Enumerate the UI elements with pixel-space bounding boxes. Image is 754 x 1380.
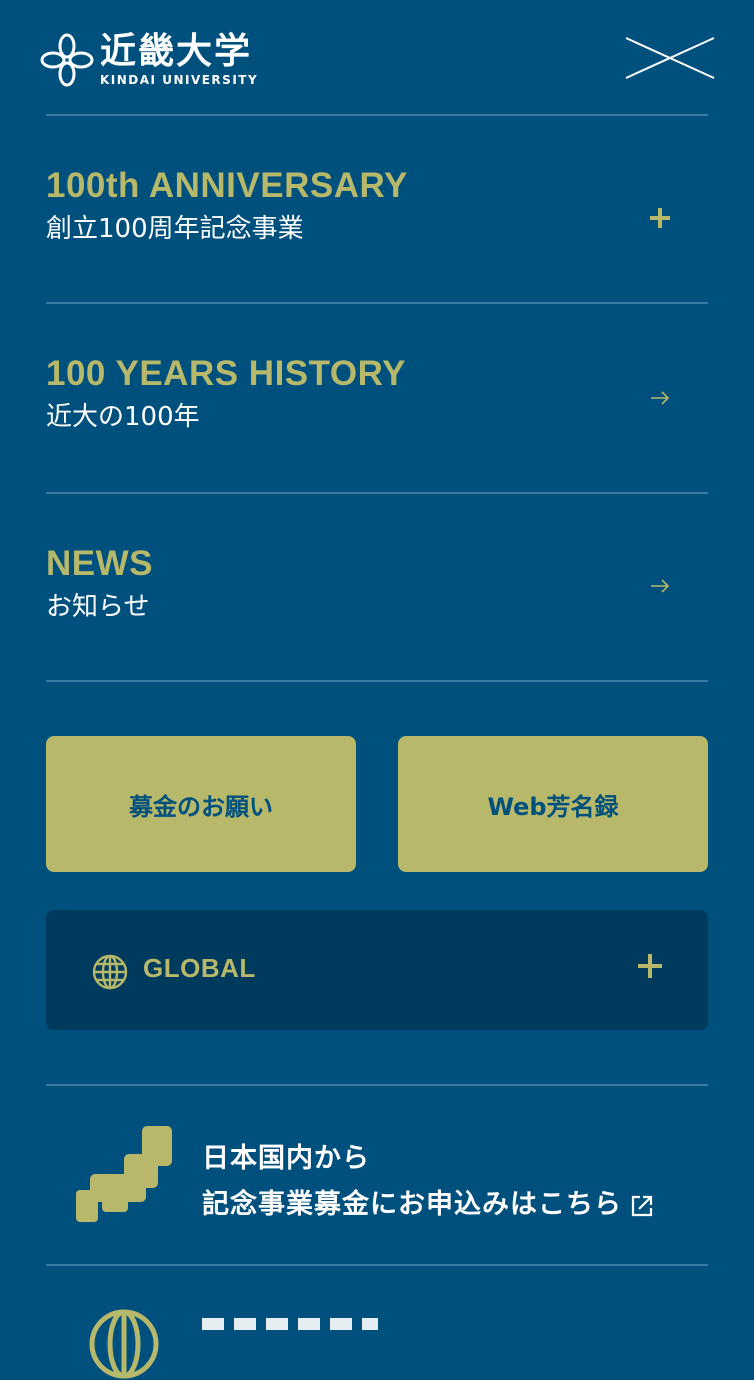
globe-icon bbox=[89, 1309, 159, 1379]
domestic-donation-link[interactable]: 日本国内から 記念事業募金にお申込みはこちら bbox=[46, 1086, 708, 1264]
nav-item-jp-label: お知らせ bbox=[46, 592, 150, 622]
plus-icon bbox=[650, 208, 670, 228]
cropped-text-line bbox=[202, 1318, 382, 1330]
domestic-donation-text: 日本国内から 記念事業募金にお申込みはこちら bbox=[202, 1136, 654, 1228]
divider bbox=[46, 302, 708, 304]
logo-english: KINDAI UNIVERSITY bbox=[100, 73, 259, 87]
divider bbox=[46, 114, 708, 116]
overseas-link-partial[interactable] bbox=[202, 1310, 382, 1330]
nav-item-history[interactable]: 100 YEARS HISTORY 近大の100年 bbox=[46, 354, 708, 434]
globe-icon bbox=[92, 954, 128, 990]
nav-item-jp-label: 創立100周年記念事業 bbox=[46, 214, 304, 244]
nav-item-en-label: 100 YEARS HISTORY bbox=[46, 354, 406, 393]
flower-logo-icon bbox=[40, 33, 94, 87]
close-menu-button[interactable] bbox=[624, 36, 716, 80]
web-roster-button[interactable]: Web芳名録 bbox=[398, 736, 708, 872]
external-link-icon bbox=[631, 1195, 653, 1216]
header: 近畿大学 KINDAI UNIVERSITY bbox=[0, 0, 754, 115]
global-label: GLOBAL bbox=[143, 953, 256, 983]
nav-item-jp-label: 近大の100年 bbox=[46, 402, 200, 432]
arrow-right-icon bbox=[651, 391, 670, 405]
domestic-line2: 記念事業募金にお申込みはこちら bbox=[202, 1189, 622, 1220]
divider bbox=[46, 492, 708, 494]
global-accordion[interactable]: GLOBAL bbox=[46, 910, 708, 1030]
university-logo[interactable]: 近畿大学 KINDAI UNIVERSITY bbox=[40, 33, 258, 87]
divider bbox=[46, 680, 708, 682]
nav-item-en-label: 100th ANNIVERSARY bbox=[46, 166, 408, 205]
logo-kanji: 近畿大学 bbox=[100, 31, 253, 72]
domestic-line1: 日本国内から bbox=[202, 1143, 370, 1174]
close-icon bbox=[625, 37, 715, 79]
nav-item-en-label: NEWS bbox=[46, 544, 153, 583]
divider bbox=[46, 1264, 708, 1266]
nav-item-anniversary[interactable]: 100th ANNIVERSARY 創立100周年記念事業 bbox=[46, 166, 708, 246]
plus-icon bbox=[638, 954, 662, 978]
japan-map-icon bbox=[76, 1126, 172, 1222]
arrow-right-icon bbox=[651, 579, 670, 593]
donation-button[interactable]: 募金のお願い bbox=[46, 736, 356, 872]
nav-item-news[interactable]: NEWS お知らせ bbox=[46, 544, 708, 624]
